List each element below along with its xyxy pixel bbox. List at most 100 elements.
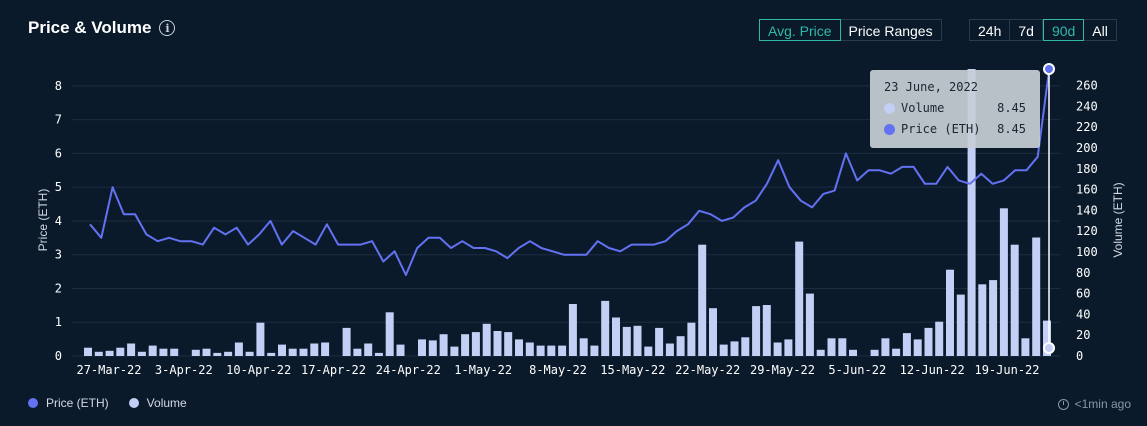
volume-bar[interactable] — [730, 341, 739, 356]
tooltip-volume-dot — [884, 102, 895, 114]
left-tick-label-3: 3 — [55, 248, 62, 262]
volume-bar[interactable] — [633, 325, 642, 356]
volume-bar[interactable] — [525, 342, 534, 357]
volume-bar[interactable] — [159, 348, 168, 356]
volume-bar[interactable] — [989, 280, 998, 356]
volume-bar[interactable] — [773, 342, 782, 357]
volume-bar[interactable] — [310, 343, 319, 357]
volume-bar[interactable] — [1032, 237, 1041, 357]
volume-bar[interactable] — [202, 348, 211, 356]
volume-bar[interactable] — [881, 338, 890, 356]
volume-bar[interactable] — [913, 339, 922, 356]
volume-bar[interactable] — [439, 334, 448, 356]
volume-bar[interactable] — [94, 351, 103, 356]
left-tick-label-6: 6 — [55, 146, 62, 160]
volume-bar[interactable] — [784, 339, 793, 356]
volume-bar[interactable] — [752, 306, 761, 356]
volume-bar[interactable] — [267, 352, 276, 356]
volume-bar[interactable] — [461, 334, 470, 356]
x-tick-label-4: 24-Apr-22 — [376, 363, 441, 377]
volume-bar[interactable] — [805, 293, 814, 356]
x-tick-label-7: 15-May-22 — [600, 363, 665, 377]
volume-bar[interactable] — [245, 351, 254, 356]
volume-bar[interactable] — [547, 345, 556, 356]
volume-bar[interactable] — [676, 336, 685, 356]
volume-bar[interactable] — [622, 326, 631, 356]
volume-bar[interactable] — [234, 342, 243, 357]
volume-bar[interactable] — [493, 331, 502, 356]
volume-bar[interactable] — [385, 312, 394, 356]
volume-bar[interactable] — [687, 322, 696, 356]
volume-bar[interactable] — [256, 322, 265, 356]
volume-bar[interactable] — [816, 349, 825, 356]
volume-bar[interactable] — [148, 345, 157, 356]
volume-bar[interactable] — [892, 348, 901, 356]
right-tick-label-10: 200 — [1076, 141, 1098, 155]
volume-bar[interactable] — [1021, 338, 1030, 356]
volume-bar[interactable] — [568, 304, 577, 356]
volume-bar[interactable] — [956, 294, 965, 356]
volume-bar[interactable] — [170, 348, 179, 356]
volume-bar[interactable] — [935, 321, 944, 356]
volume-bar[interactable] — [321, 342, 330, 357]
volume-bar[interactable] — [946, 269, 954, 356]
volume-bar[interactable] — [902, 333, 911, 356]
volume-bar[interactable] — [644, 346, 653, 356]
volume-bar[interactable] — [924, 327, 933, 356]
volume-bar[interactable] — [364, 343, 373, 357]
volume-bar[interactable] — [137, 351, 146, 356]
volume-bar[interactable] — [719, 344, 728, 356]
volume-bar[interactable] — [558, 345, 567, 356]
volume-bar[interactable] — [590, 345, 599, 356]
volume-bar[interactable] — [471, 332, 480, 356]
volume-bar[interactable] — [601, 300, 610, 356]
volume-bar[interactable] — [504, 332, 513, 356]
volume-bar[interactable] — [84, 347, 92, 356]
volume-bar[interactable] — [579, 338, 588, 356]
volume-bar[interactable] — [795, 241, 804, 356]
volume-bar[interactable] — [374, 352, 383, 356]
volume-bar[interactable] — [612, 317, 620, 357]
y-axis-label-left: Price (ETH) — [36, 189, 50, 252]
volume-bar[interactable] — [428, 340, 437, 356]
volume-bar[interactable] — [224, 351, 233, 356]
volume-bar[interactable] — [213, 352, 222, 356]
volume-bar[interactable] — [191, 349, 200, 356]
volume-bar[interactable] — [849, 349, 857, 356]
volume-bar[interactable] — [762, 305, 771, 356]
volume-bar[interactable] — [342, 327, 351, 356]
volume-bar[interactable] — [482, 323, 491, 356]
legend-item-volume[interactable]: Volume — [128, 396, 187, 410]
left-tick-label-0: 0 — [55, 349, 62, 363]
volume-bar[interactable] — [288, 348, 297, 356]
volume-bar[interactable] — [709, 308, 717, 356]
x-tick-label-2: 10-Apr-22 — [226, 363, 291, 377]
right-tick-label-13: 260 — [1076, 79, 1098, 93]
volume-bar[interactable] — [870, 349, 879, 356]
volume-bar[interactable] — [698, 244, 707, 356]
legend-item-price[interactable]: Price (ETH) — [28, 396, 109, 410]
volume-bar[interactable] — [741, 337, 750, 356]
volume-bar[interactable] — [278, 344, 286, 356]
volume-bar[interactable] — [105, 350, 114, 356]
volume-bar[interactable] — [353, 348, 362, 356]
volume-bar[interactable] — [665, 343, 674, 357]
volume-bar[interactable] — [116, 347, 125, 356]
volume-bar[interactable] — [655, 327, 664, 356]
volume-bar[interactable] — [515, 339, 523, 356]
volume-bar[interactable] — [978, 284, 987, 357]
volume-bar[interactable] — [536, 345, 545, 356]
volume-bar[interactable] — [450, 346, 459, 356]
price-volume-chart[interactable]: 0 1 2 3 4 5 6 7 8 0 20 40 60 80 100 120 140 160 180 200 220… — [0, 0, 1147, 426]
x-tick-label-9: 29-May-22 — [750, 363, 815, 377]
volume-bar[interactable] — [127, 343, 136, 357]
volume-bar[interactable] — [1010, 244, 1019, 356]
volume-bar[interactable] — [838, 338, 847, 356]
left-tick-label-8: 8 — [55, 79, 62, 93]
volume-bar[interactable] — [396, 344, 405, 356]
volume-bar[interactable] — [418, 339, 426, 356]
right-tick-label-1: 20 — [1076, 328, 1090, 342]
volume-bar[interactable] — [827, 338, 836, 356]
volume-bar[interactable] — [299, 348, 308, 356]
volume-bar[interactable] — [999, 208, 1008, 356]
